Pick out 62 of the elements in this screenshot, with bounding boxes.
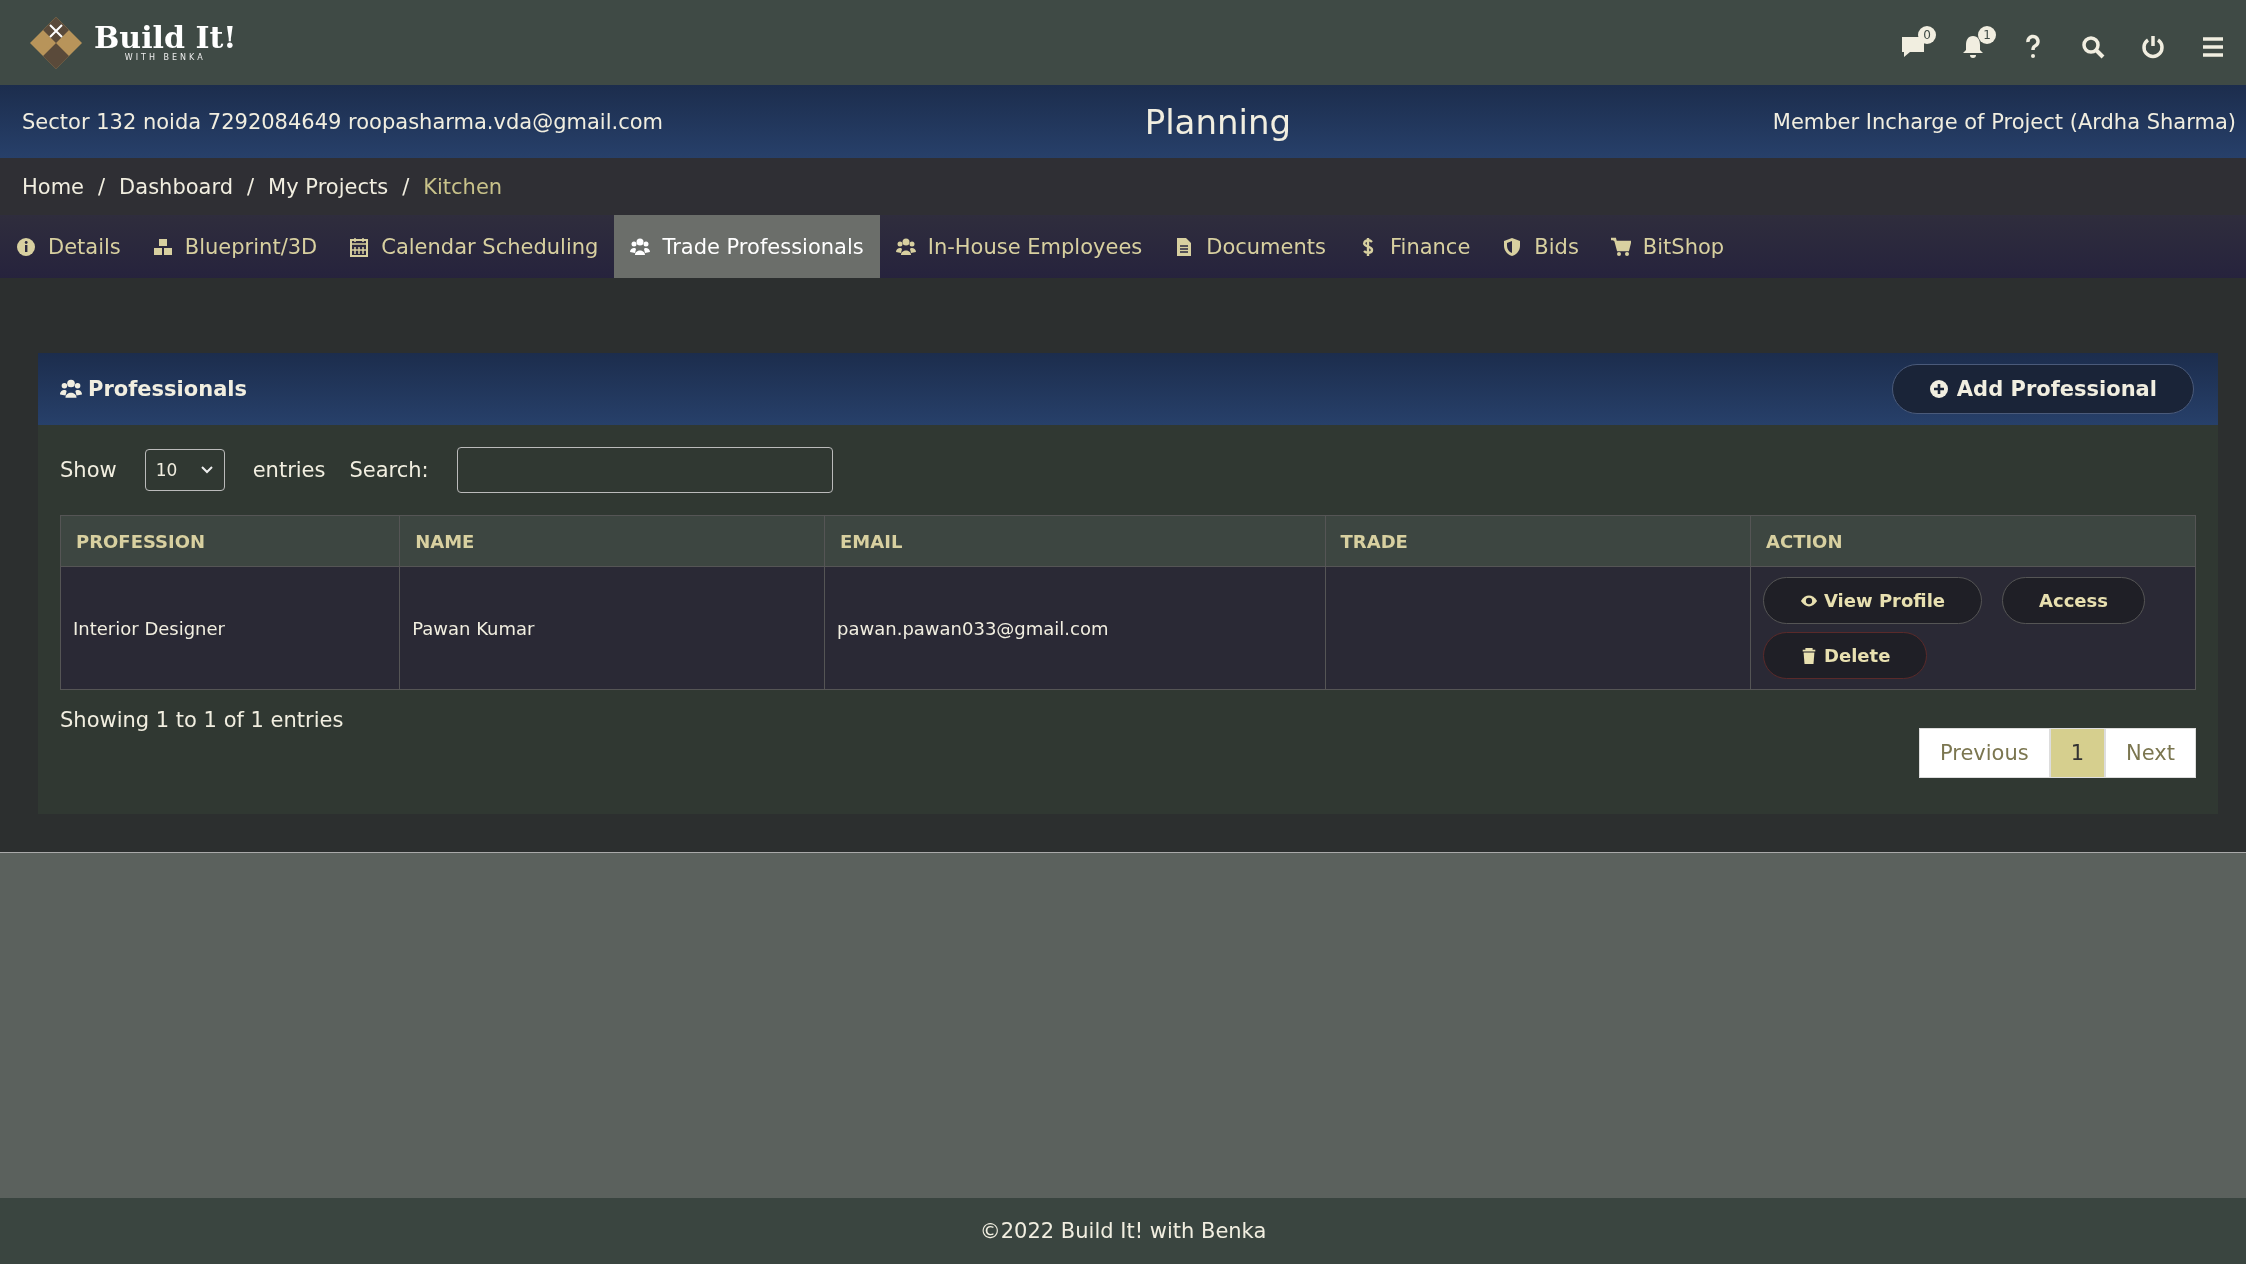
users-icon <box>630 236 651 257</box>
pagination-button[interactable]: 1 <box>2049 728 2106 778</box>
entries-summary: Showing 1 to 1 of 1 entries <box>60 708 344 732</box>
chevron-down-icon <box>199 465 214 475</box>
breadcrumb-separator: / <box>247 174 255 199</box>
tab[interactable]: Trade Professionals <box>614 215 880 278</box>
breadcrumb-current: Kitchen <box>423 174 503 199</box>
power-icon <box>2140 33 2166 60</box>
info-icon <box>16 236 36 257</box>
tab[interactable]: Documents <box>1158 215 1342 278</box>
column-header: NAME <box>399 515 825 567</box>
chat-bubble-button[interactable]: 0 <box>1900 25 1936 60</box>
cart-icon <box>1610 236 1631 257</box>
bell-button[interactable]: 1 <box>1960 25 1996 60</box>
logo-title: Build It! <box>94 23 237 53</box>
tab[interactable]: Finance <box>1342 215 1487 278</box>
count-badge: 1 <box>1978 25 1996 44</box>
show-label: Show <box>60 458 117 482</box>
table-cell: Pawan Kumar <box>399 566 825 690</box>
breadcrumb-link[interactable]: My Projects <box>268 174 389 199</box>
footer-copyright: ©2022 Build It! with Benka <box>979 1219 1267 1243</box>
card-title: Professionals <box>88 377 247 401</box>
table-cell: pawan.pawan033@gmail.com <box>824 566 1326 690</box>
logo-icon <box>28 14 84 71</box>
member-info: Member Incharge of Project (Ardha Sharma) <box>1772 109 2236 134</box>
column-header: EMAIL <box>824 515 1326 567</box>
page-size-select[interactable]: 10 <box>144 449 225 491</box>
search-icon <box>2080 33 2106 60</box>
breadcrumb-separator: / <box>402 174 410 199</box>
view-profile-button[interactable]: View Profile <box>1763 577 1983 624</box>
tab[interactable]: Blueprint/3D <box>136 215 334 278</box>
breadcrumb-link[interactable]: Home <box>22 174 84 199</box>
tab[interactable]: In-House Employees <box>879 215 1159 278</box>
add-professional-button[interactable]: Add Professional <box>1891 364 2194 414</box>
column-header: TRADE <box>1325 515 1751 567</box>
table-cell: Interior Designer <box>60 566 400 690</box>
users-icon <box>60 378 82 400</box>
tab[interactable]: Bids <box>1486 215 1595 278</box>
column-header: ACTION <box>1750 515 2196 567</box>
entries-label: entries <box>252 458 326 482</box>
logo-subtitle: WITH BENKA <box>124 53 206 62</box>
contact-info: Sector 132 noida 7292084649 roopasharma.vda@gmail.com <box>22 109 664 134</box>
count-badge: 0 <box>1918 25 1936 44</box>
cubes-icon <box>152 236 173 257</box>
tab[interactable]: Calendar Scheduling <box>333 215 615 278</box>
breadcrumb-separator: / <box>98 174 106 199</box>
shield-icon <box>1502 236 1523 257</box>
access-button[interactable]: Access <box>2002 577 2145 624</box>
search-field[interactable] <box>456 447 833 493</box>
trash-icon <box>1800 646 1818 665</box>
users-icon <box>895 236 916 257</box>
pagination-button[interactable]: Next <box>2105 728 2196 778</box>
tab[interactable]: BitShop <box>1594 215 1741 278</box>
search-label: Search: <box>349 458 429 482</box>
breadcrumb-link[interactable]: Dashboard <box>119 174 234 199</box>
tab[interactable]: Details <box>0 215 137 278</box>
plus-circle-icon <box>1928 379 1949 399</box>
column-header: PROFESSION <box>60 515 400 567</box>
calendar-icon <box>349 236 370 257</box>
delete-button[interactable]: Delete <box>1763 632 1928 679</box>
page-title: Planning <box>1144 101 1292 142</box>
pagination-button[interactable]: Previous <box>1918 728 2050 778</box>
